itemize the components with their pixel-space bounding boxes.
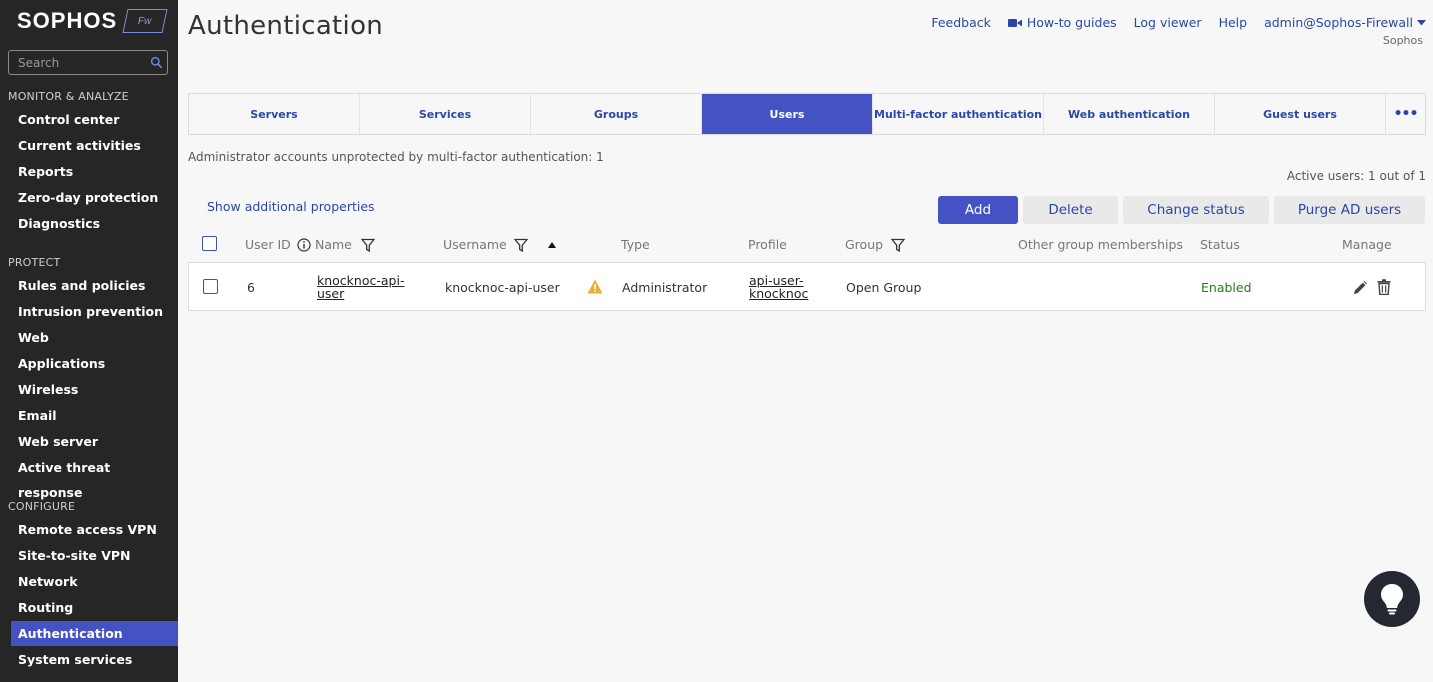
sidebar-item-rules-and-policies[interactable]: Rules and policies: [11, 273, 178, 298]
filter-icon[interactable]: [891, 238, 906, 252]
sophos-logo[interactable]: SOPHOS Fw: [17, 8, 168, 34]
sidebar-item-intrusion-prevention[interactable]: Intrusion prevention: [11, 299, 178, 324]
firewall-badge-text: Fw: [138, 15, 152, 27]
group-value: Open Group: [846, 280, 922, 295]
active-users-count: Active users: 1 out of 1: [1286, 169, 1426, 183]
tab-users[interactable]: Users: [702, 94, 873, 134]
account-label: admin@Sophos-Firewall: [1264, 15, 1413, 30]
tab-multi-factor-authentication[interactable]: Multi-factor authentication: [873, 94, 1044, 134]
column-header-username[interactable]: Username: [443, 237, 556, 252]
log-viewer-link[interactable]: Log viewer: [1134, 15, 1202, 30]
sidebar-item-diagnostics[interactable]: Diagnostics: [11, 211, 178, 236]
purge-ad-users-button[interactable]: Purge AD users: [1274, 196, 1425, 224]
tab-servers[interactable]: Servers: [189, 94, 360, 134]
column-header-other-group-memberships[interactable]: Other group memberships: [1018, 237, 1183, 252]
lightbulb-icon: [1381, 584, 1403, 615]
table-row: 6 knocknoc-api- user knocknoc-api-user A…: [188, 262, 1426, 311]
account-org: Sophos: [1382, 34, 1423, 47]
user-id-value: 6: [247, 280, 255, 295]
column-header-name[interactable]: Name: [315, 237, 375, 252]
column-header-group[interactable]: Group: [845, 237, 906, 252]
profile-line2: knocknoc: [749, 286, 809, 301]
column-header-user-id-label: User ID: [245, 237, 291, 252]
howto-guides-label: How-to guides: [1026, 15, 1117, 30]
sidebar-item-routing[interactable]: Routing: [11, 595, 178, 620]
sidebar-item-remote-access-vpn[interactable]: Remote access VPN: [11, 517, 178, 542]
profile-link[interactable]: api-user- knocknoc: [749, 274, 808, 300]
row-checkbox[interactable]: [203, 279, 218, 294]
sidebar-item-web-server[interactable]: Web server: [11, 429, 178, 454]
sidebar-item-applications[interactable]: Applications: [11, 351, 178, 376]
tab-groups[interactable]: Groups: [531, 94, 702, 134]
feedback-link[interactable]: Feedback: [931, 15, 991, 30]
top-links: Feedback How-to guides Log viewer Help a…: [914, 15, 1426, 30]
status-badge: Enabled: [1201, 280, 1252, 295]
tab-web-authentication[interactable]: Web authentication: [1044, 94, 1215, 134]
sort-ascending-icon[interactable]: [547, 241, 556, 248]
delete-button[interactable]: Delete: [1023, 196, 1118, 224]
tab-bar: Servers Services Groups Users Multi-fact…: [188, 93, 1426, 135]
sidebar-item-site-to-site-vpn[interactable]: Site-to-site VPN: [11, 543, 178, 568]
video-camera-icon: [1007, 18, 1022, 27]
column-header-name-label: Name: [315, 237, 352, 252]
page-title: Authentication: [188, 11, 384, 41]
sidebar-item-control-center[interactable]: Control center: [11, 107, 178, 132]
sidebar-item-wireless[interactable]: Wireless: [11, 377, 178, 402]
sidebar-item-network[interactable]: Network: [11, 569, 178, 594]
select-all-checkbox[interactable]: [202, 236, 217, 251]
filter-icon[interactable]: [513, 238, 528, 252]
search-icon[interactable]: [150, 56, 163, 69]
column-header-group-label: Group: [845, 237, 884, 252]
sidebar-item-authentication[interactable]: Authentication: [11, 621, 178, 646]
sidebar-item-active-threat-response[interactable]: Active threat response: [11, 455, 178, 500]
column-header-user-id[interactable]: User ID: [245, 237, 311, 252]
column-header-manage: Manage: [1342, 237, 1392, 252]
sidebar-item-reports[interactable]: Reports: [11, 159, 178, 184]
howto-guides-link[interactable]: How-to guides: [1007, 15, 1117, 30]
sidebar: SOPHOS Fw MONITOR & ANALYZE Control cent…: [0, 0, 178, 682]
column-header-profile[interactable]: Profile: [748, 237, 787, 252]
user-name-line2: user: [317, 286, 345, 301]
warning-icon[interactable]: [587, 279, 603, 294]
edit-pencil-icon[interactable]: [1352, 280, 1368, 296]
help-link[interactable]: Help: [1219, 15, 1248, 30]
mfa-notice: Administrator accounts unprotected by mu…: [188, 150, 604, 164]
caret-down-icon: [1417, 19, 1426, 25]
sidebar-item-current-activities[interactable]: Current activities: [11, 133, 178, 158]
info-icon[interactable]: [297, 237, 311, 252]
column-header-type[interactable]: Type: [621, 237, 650, 252]
sidebar-item-web[interactable]: Web: [11, 325, 178, 350]
filter-icon[interactable]: [360, 238, 375, 252]
firewall-badge: Fw: [122, 9, 168, 33]
section-label-monitor: MONITOR & ANALYZE: [8, 90, 129, 103]
delete-trash-icon[interactable]: [1377, 279, 1391, 295]
section-label-configure: CONFIGURE: [8, 500, 76, 513]
user-name-link[interactable]: knocknoc-api- user: [317, 274, 404, 300]
search-box: [8, 50, 168, 75]
tab-services[interactable]: Services: [360, 94, 531, 134]
type-value: Administrator: [622, 280, 708, 295]
show-additional-properties-link[interactable]: Show additional properties: [207, 199, 375, 214]
account-menu[interactable]: admin@Sophos-Firewall: [1264, 15, 1426, 30]
change-status-button[interactable]: Change status: [1123, 196, 1269, 224]
help-assistant-button[interactable]: [1364, 571, 1420, 627]
logo-text: SOPHOS: [17, 8, 118, 33]
search-input[interactable]: [9, 51, 167, 74]
add-button[interactable]: Add: [938, 196, 1018, 224]
tab-guest-users[interactable]: Guest users: [1215, 94, 1386, 134]
sidebar-item-zero-day-protection[interactable]: Zero-day protection: [11, 185, 178, 210]
sidebar-item-system-services[interactable]: System services: [11, 647, 178, 672]
column-header-status[interactable]: Status: [1200, 237, 1240, 252]
username-value: knocknoc-api-user: [445, 280, 560, 295]
section-label-protect: PROTECT: [8, 256, 61, 269]
sidebar-item-email[interactable]: Email: [11, 403, 178, 428]
column-header-username-label: Username: [443, 237, 507, 252]
tab-more-button[interactable]: •••: [1386, 94, 1425, 134]
